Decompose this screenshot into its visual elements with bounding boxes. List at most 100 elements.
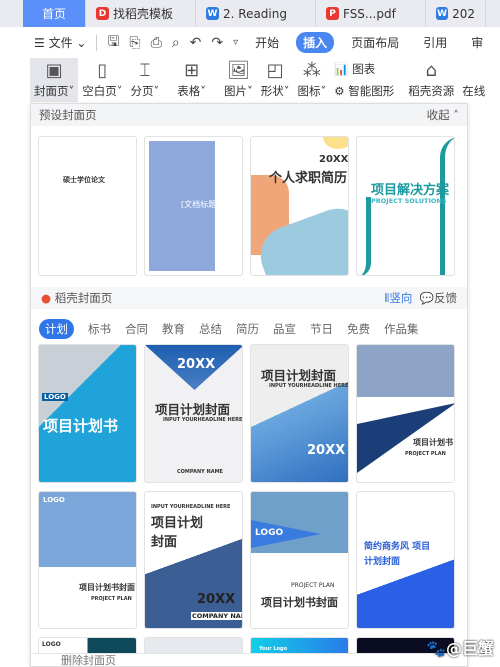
card-title: 个人求职简历: [269, 171, 348, 186]
category-tab[interactable]: 简历: [236, 321, 259, 337]
preset-card[interactable]: 20XX 个人求职简历: [250, 136, 349, 276]
shape-icon: ◰: [266, 60, 284, 81]
label: 删除封面页: [61, 654, 116, 667]
template-card[interactable]: LOGO 项目计划书: [38, 344, 137, 483]
card-year: 20XX: [177, 357, 216, 372]
tab-doc[interactable]: W 202: [426, 0, 486, 27]
company-name: COMPANY NAME: [191, 612, 242, 620]
feedback-button[interactable]: 💬反馈: [420, 291, 457, 305]
card-title: 项目计划书封面: [261, 596, 338, 609]
smart-art-button[interactable]: ⚙ 智能图形: [334, 83, 394, 99]
category-tab[interactable]: 节日: [310, 321, 333, 337]
file-menu[interactable]: ☰ 文件 ⌄: [34, 34, 86, 51]
category-tab[interactable]: 计划: [39, 319, 74, 339]
export-icon[interactable]: ⎘: [129, 35, 140, 51]
logo-text: LOGO: [361, 405, 377, 411]
menu-layout[interactable]: 页面布局: [344, 32, 406, 53]
label: 表格: [177, 84, 201, 98]
preview-icon[interactable]: ⌕: [172, 35, 180, 51]
preset-title: 预设封面页: [39, 108, 97, 122]
preset-card[interactable]: 项目解决方案 PROJECT SOLUTIONS: [356, 136, 455, 276]
page-break-button[interactable]: ⌶ 分页˅: [127, 58, 164, 102]
company-name: COMPANY NAME: [177, 469, 223, 475]
template-card[interactable]: 20XX 项目计划封面 INPUT YOURHEADLINE HERE COMPANY…: [144, 344, 243, 483]
cover-page-icon: ▣: [45, 60, 63, 81]
label: 竖向: [389, 291, 413, 305]
page-break-icon: ⌶: [139, 60, 151, 81]
tab-label: 找稻壳模板: [113, 7, 174, 21]
file-label: 文件: [48, 36, 73, 50]
redo-icon[interactable]: ↷: [211, 35, 223, 51]
chart-button[interactable]: 📊 图表: [334, 61, 394, 77]
icon-button[interactable]: ⁂ 图标˅: [294, 58, 331, 102]
undo-icon[interactable]: ↶: [190, 35, 202, 51]
blank-page-icon: ▯: [97, 60, 108, 81]
tab-docer[interactable]: D 找稻壳模板: [86, 0, 196, 27]
menu-start[interactable]: 开始: [248, 32, 286, 53]
label: 形状: [260, 84, 284, 98]
tab-bar: 首页 D 找稻壳模板 W 2. Reading P FSS...pdf W 202: [0, 0, 500, 27]
preset-card[interactable]: 硕士学位论文: [38, 136, 137, 276]
card-title: 简约商务风 项目计划封面: [364, 542, 431, 567]
pdf-icon: P: [326, 7, 339, 20]
category-tab[interactable]: 品宣: [273, 321, 296, 337]
template-row: LOGO 项目计划书封面 PROJECT PLAN INPUT YOURHEADLI…: [38, 491, 455, 629]
category-tab[interactable]: 标书: [88, 321, 111, 337]
ribbon: ▣ 封面页˅ ▯ 空白页˅ ⌶ 分页˅ ⊞ 表格˅ 🖼 图片˅ ◰ 形状˅ ⁂ 图标˅ 📊 图…: [30, 58, 500, 102]
card-subtitle: PROJECT PLAN: [91, 596, 132, 602]
menu-review[interactable]: 审: [464, 32, 490, 53]
docer-icon: D: [96, 7, 109, 20]
template-card[interactable]: 项目计划封面 INPUT YOURHEADLINE HERE 20XX: [250, 344, 349, 483]
tab-pdf[interactable]: P FSS...pdf: [316, 0, 426, 27]
category-tab[interactable]: 总结: [199, 321, 222, 337]
blank-page-button[interactable]: ▯ 空白页˅: [78, 58, 126, 102]
preset-header: 预设封面页 收起 ˄: [31, 104, 467, 126]
menu-insert[interactable]: 插入: [296, 32, 335, 53]
category-tab[interactable]: 作品集: [384, 321, 419, 337]
logo-text: Your Logo: [259, 646, 287, 652]
card-title: 项目解决方案: [371, 183, 450, 198]
vertical-toggle[interactable]: ⦀竖向: [384, 291, 412, 305]
template-card[interactable]: LOGO PROJECT PLAN 项目计划书封面: [250, 491, 349, 629]
label: 封面页: [34, 84, 69, 98]
category-tab[interactable]: 合同: [125, 321, 148, 337]
template-card[interactable]: LOGO 项目计划书 PROJECT PLAN: [356, 344, 455, 483]
docer-header: ● 稻壳封面页 ⦀竖向 💬反馈: [31, 287, 467, 309]
tab-reading[interactable]: W 2. Reading: [196, 0, 316, 27]
docer-resource-button[interactable]: ⌂ 稻壳资源: [404, 58, 458, 102]
card-subtitle: INPUT YOURHEADLINE HERE: [163, 417, 243, 423]
save-icon[interactable]: 🖫: [107, 31, 119, 55]
icons-icon: ⁂: [302, 60, 321, 81]
table-button[interactable]: ⊞ 表格˅: [173, 58, 210, 102]
collapse-button[interactable]: 收起 ˄: [427, 107, 459, 123]
menu-reference[interactable]: 引用: [416, 32, 454, 53]
preset-card[interactable]: [文档标题]: [144, 136, 243, 276]
template-card[interactable]: INPUT YOURHEADLINE HERE 项目计划封面 20XX COMPANY…: [144, 491, 243, 629]
picture-button[interactable]: 🖼 图片˅: [220, 58, 257, 102]
word-icon: W: [436, 7, 449, 20]
online-button[interactable]: 在线: [458, 58, 489, 102]
label: 空白页: [82, 84, 117, 98]
template-row: LOGO 项目计划书 20XX 项目计划封面 INPUT YOURHEADLINE H…: [38, 344, 455, 483]
template-card[interactable]: LOGO 项目计划书封面 PROJECT PLAN: [38, 491, 137, 629]
logo-text: LOGO: [43, 496, 65, 504]
table-icon: ⊞: [184, 60, 200, 81]
docer-icon: ●: [41, 291, 52, 305]
print-icon[interactable]: ⎙: [151, 35, 162, 51]
shape-button[interactable]: ◰ 形状˅: [257, 58, 294, 102]
more-icon[interactable]: ▿: [233, 37, 238, 48]
label: 图表: [352, 62, 376, 76]
label: 在线: [462, 84, 486, 98]
picture-icon: 🖼: [226, 60, 250, 81]
category-tab[interactable]: 教育: [162, 321, 185, 337]
cover-page-button[interactable]: ▣ 封面页˅: [30, 58, 79, 102]
menu-bar: ☰ 文件 ⌄ 🖫 ⎘ ⎙ ⌕ ↶ ↷ ▿ 开始 插入 页面布局 引用 审: [0, 29, 500, 56]
card-title: 项目计划封面: [261, 368, 337, 383]
category-tab[interactable]: 免费: [347, 321, 370, 337]
card-subtitle: PROJECT PLAN: [291, 582, 335, 589]
delete-cover-button[interactable]: 删除封面页: [31, 653, 467, 667]
watermark-text: @巨蟹: [445, 639, 494, 658]
tab-label: 2. Reading: [223, 6, 287, 21]
tab-home[interactable]: 首页: [23, 0, 86, 27]
template-card[interactable]: 简约商务风 项目计划封面: [356, 491, 455, 629]
